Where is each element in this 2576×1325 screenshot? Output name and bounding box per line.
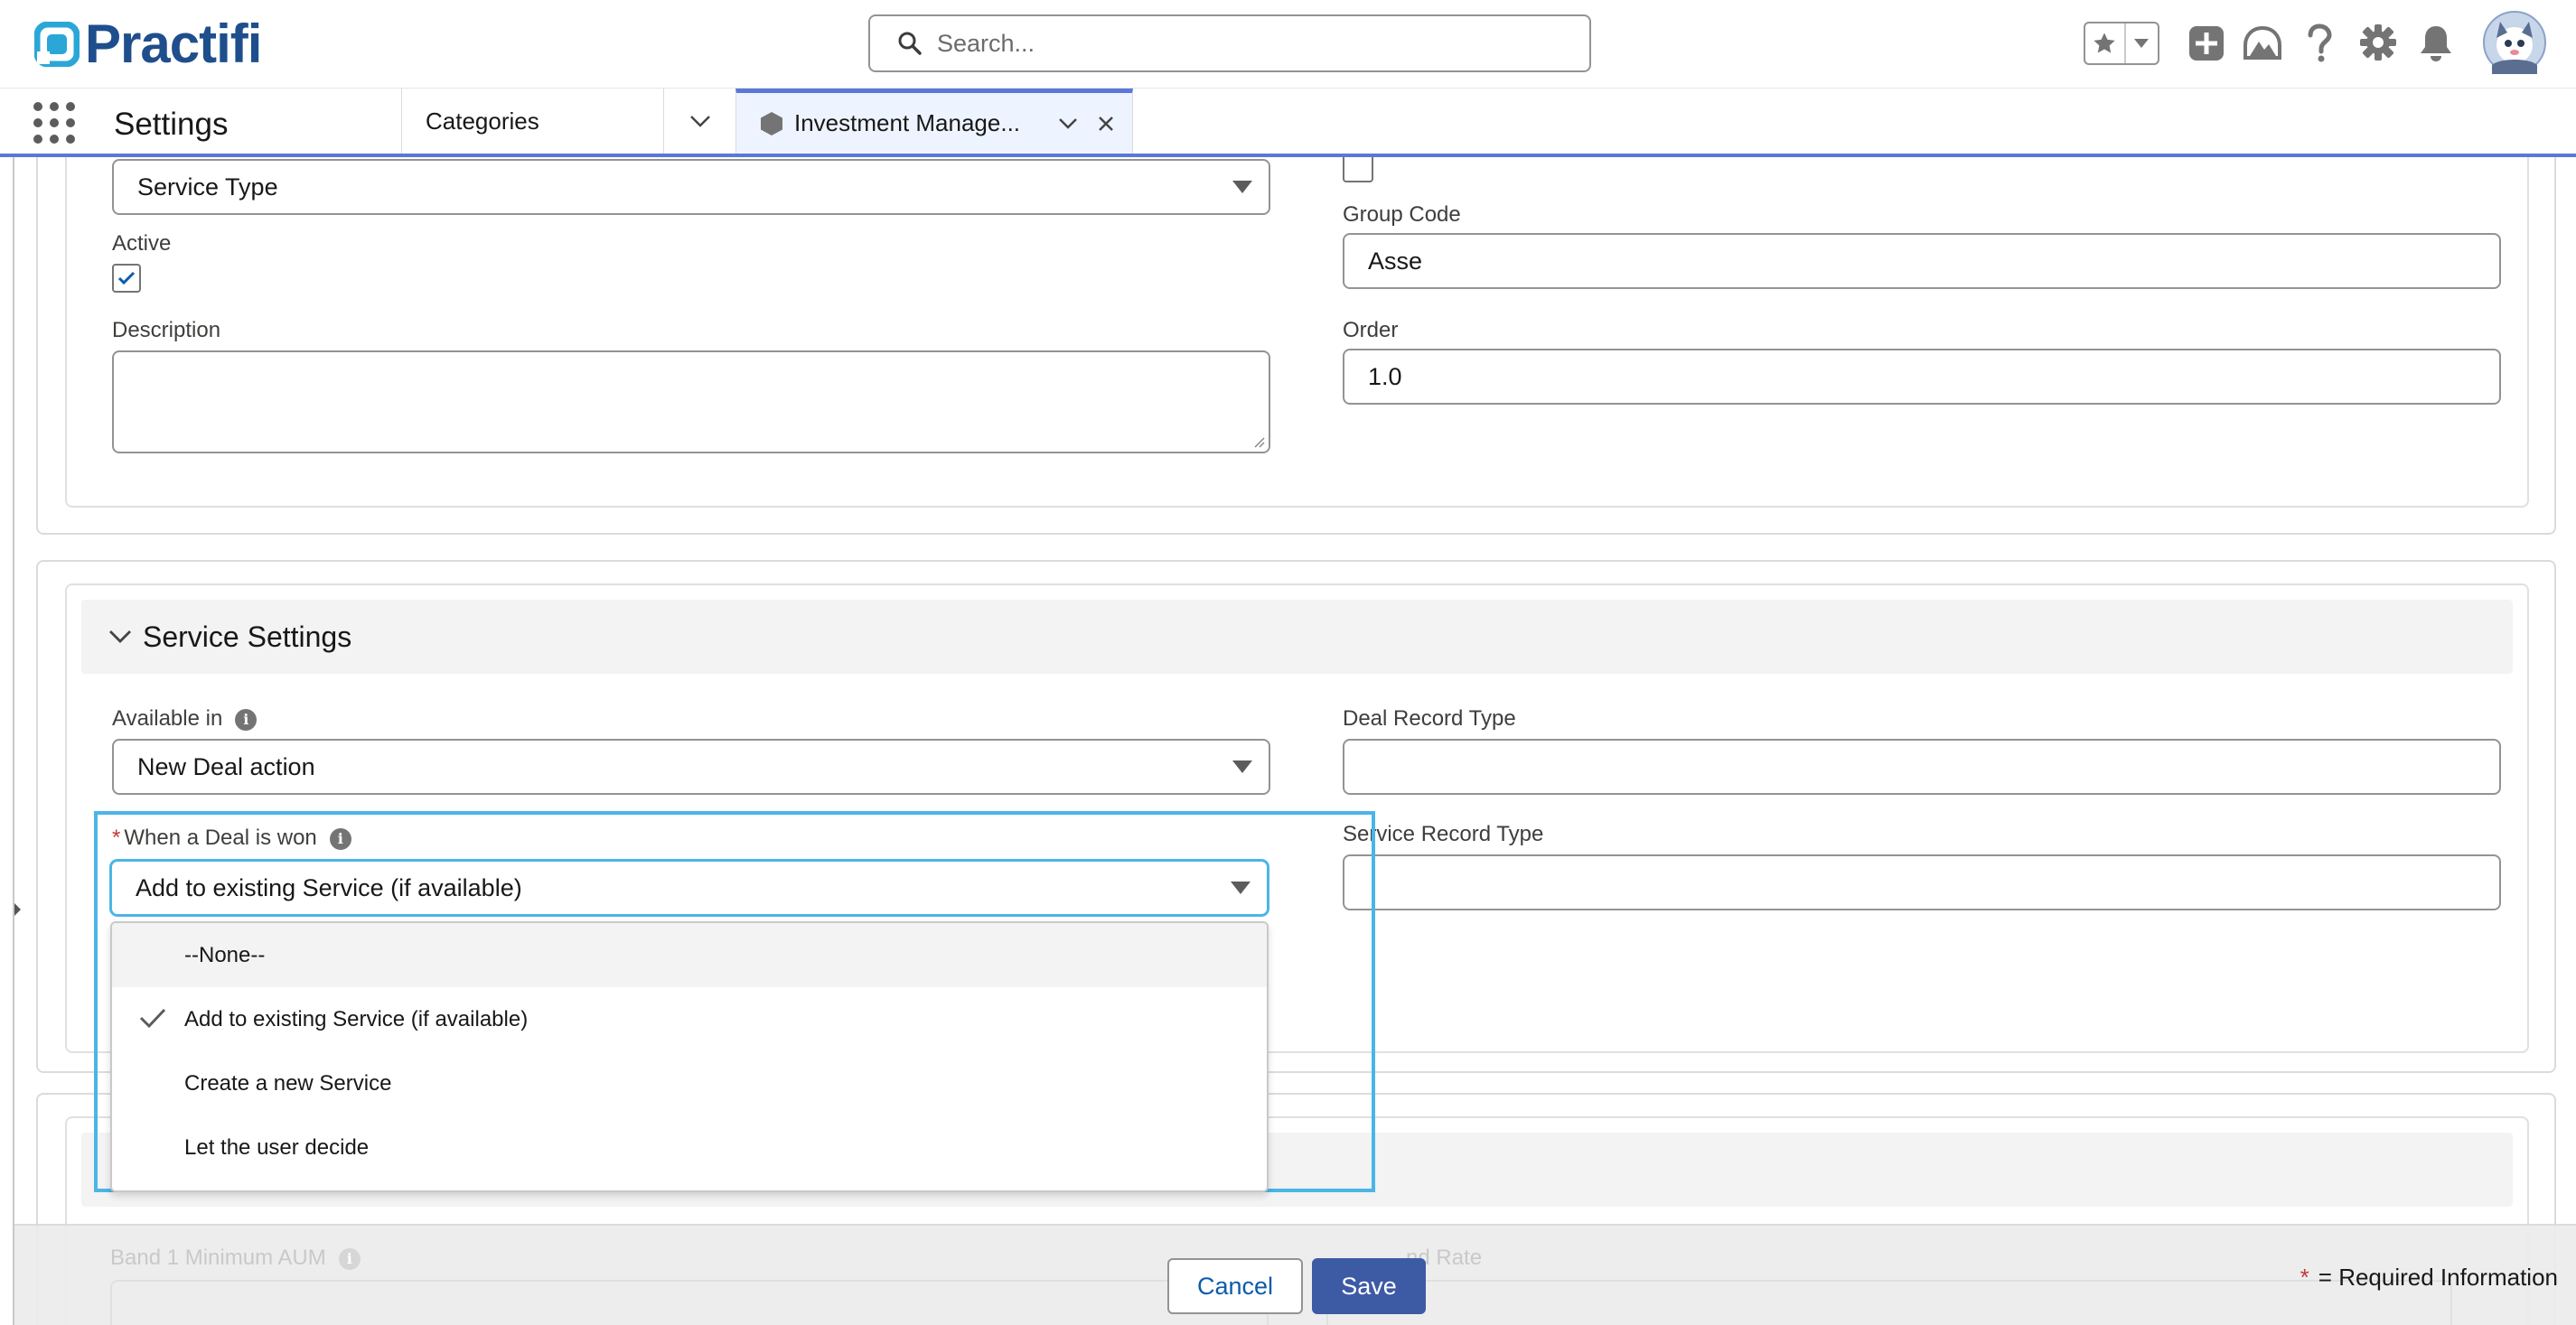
tab-investment-management[interactable]: Investment Manage... bbox=[735, 89, 1133, 154]
dropdown-option-label: --None-- bbox=[184, 942, 266, 967]
setup-gear-icon[interactable] bbox=[2359, 23, 2397, 66]
service-settings-header[interactable]: Service Settings bbox=[81, 600, 2513, 674]
active-checkbox[interactable] bbox=[112, 264, 141, 293]
deal-won-label: When a Deal is won bbox=[124, 826, 317, 850]
save-button[interactable]: Save bbox=[1312, 1258, 1426, 1314]
left-edge-arrow-icon bbox=[14, 903, 21, 916]
record-edit-content[interactable]: Service Type Active Description Group Co… bbox=[13, 157, 2576, 1325]
search-input[interactable] bbox=[937, 29, 1551, 58]
group-code-input[interactable]: Asse bbox=[1343, 233, 2501, 289]
service-type-select[interactable]: Service Type bbox=[112, 159, 1270, 215]
available-in-label: Available in bbox=[112, 706, 223, 731]
app-navbar: Settings Categories Investment Manage... bbox=[0, 89, 2576, 157]
deal-won-label-row: * When a Deal is won i bbox=[112, 826, 351, 851]
deal-won-value: Add to existing Service (if available) bbox=[136, 873, 522, 901]
practifi-logo-mark-icon bbox=[34, 22, 80, 67]
tab-categories[interactable]: Categories bbox=[401, 89, 663, 154]
service-type-value: Service Type bbox=[137, 173, 278, 201]
global-header: Practifi bbox=[0, 0, 2576, 89]
app-launcher-icon[interactable] bbox=[33, 101, 76, 145]
order-value: 1.0 bbox=[1368, 362, 1402, 390]
tab-categories-label: Categories bbox=[426, 107, 539, 135]
favorites-star-icon[interactable] bbox=[2085, 23, 2126, 63]
deal-record-type-label: Deal Record Type bbox=[1343, 706, 1516, 731]
unlabeled-checkbox[interactable] bbox=[1343, 157, 1373, 182]
global-search[interactable] bbox=[868, 14, 1591, 72]
select-caret-icon bbox=[1232, 760, 1252, 773]
dropdown-option[interactable]: Let the user decide bbox=[112, 1115, 1267, 1180]
deal-won-dropdown: --None-- Add to existing Service (if ava… bbox=[110, 921, 1269, 1192]
tab-close-icon[interactable] bbox=[1098, 116, 1114, 132]
available-in-value: New Deal action bbox=[137, 752, 315, 780]
description-label: Description bbox=[112, 318, 221, 342]
select-caret-icon bbox=[1232, 181, 1252, 193]
select-caret-icon bbox=[1231, 882, 1251, 894]
band-minimum-aum-label: Band 1 Minimum AUM i bbox=[110, 1246, 361, 1271]
tab-chevron-down-icon[interactable] bbox=[1058, 117, 1078, 130]
cancel-button[interactable]: Cancel bbox=[1167, 1258, 1303, 1314]
practifi-logo[interactable]: Practifi bbox=[34, 14, 262, 74]
dropdown-option-label: Let the user decide bbox=[184, 1134, 370, 1160]
dropdown-option[interactable]: Add to existing Service (if available) bbox=[112, 987, 1267, 1051]
global-actions-add-icon[interactable] bbox=[2188, 25, 2225, 66]
app-name: Settings bbox=[114, 107, 229, 142]
required-star: * bbox=[2300, 1264, 2309, 1291]
active-label: Active bbox=[112, 231, 172, 256]
deal-record-type-input[interactable] bbox=[1343, 739, 2501, 795]
notifications-bell-icon[interactable] bbox=[2418, 23, 2454, 68]
info-icon: i bbox=[338, 1247, 361, 1270]
dropdown-option[interactable]: Create a new Service bbox=[112, 1051, 1267, 1115]
details-section: Service Type Active Description Group Co… bbox=[65, 157, 2529, 508]
help-icon[interactable] bbox=[2306, 23, 2333, 68]
details-card: Service Type Active Description Group Co… bbox=[36, 157, 2556, 535]
dropdown-option-label: Add to existing Service (if available) bbox=[184, 1006, 529, 1031]
band-minimum-aum-text: Band 1 Minimum AUM bbox=[110, 1246, 326, 1270]
order-input[interactable]: 1.0 bbox=[1343, 349, 2501, 405]
deal-won-select[interactable]: Add to existing Service (if available) bbox=[110, 860, 1269, 916]
favorites-button-group[interactable] bbox=[2084, 22, 2159, 65]
search-icon bbox=[898, 32, 922, 55]
record-hexagon-icon bbox=[761, 111, 782, 135]
edit-footer: Band 1 Minimum AUM i nd Rate Cancel Save … bbox=[14, 1224, 2576, 1325]
band-minimum-aum-input bbox=[110, 1280, 1269, 1325]
service-settings-title: Service Settings bbox=[143, 620, 352, 653]
tab-investment-management-label: Investment Manage... bbox=[794, 109, 1021, 136]
user-avatar[interactable] bbox=[2483, 11, 2546, 79]
resize-handle-icon[interactable] bbox=[1252, 435, 1265, 448]
order-label: Order bbox=[1343, 318, 1399, 342]
required-information-note: * = Required Information bbox=[2300, 1264, 2558, 1292]
service-record-type-input[interactable] bbox=[1343, 854, 2501, 910]
group-code-label: Group Code bbox=[1343, 202, 1461, 227]
trailhead-icon[interactable] bbox=[2243, 25, 2282, 66]
check-icon bbox=[139, 1008, 166, 1029]
checkmark-icon bbox=[117, 271, 136, 285]
required-information-text: = Required Information bbox=[2318, 1264, 2558, 1291]
available-in-select[interactable]: New Deal action bbox=[112, 739, 1270, 795]
favorites-dropdown-icon[interactable] bbox=[2126, 23, 2158, 63]
group-code-value: Asse bbox=[1368, 247, 1423, 275]
tab-categories-menu-chevron-icon[interactable] bbox=[663, 89, 735, 154]
band-rate-input bbox=[1326, 1280, 2452, 1325]
logo-text: Practifi bbox=[85, 14, 262, 74]
dropdown-option-label: Create a new Service bbox=[184, 1070, 392, 1096]
chevron-down-icon bbox=[109, 630, 131, 643]
description-textarea[interactable] bbox=[112, 350, 1270, 453]
dropdown-option[interactable]: --None-- bbox=[112, 923, 1267, 987]
info-icon[interactable]: i bbox=[235, 708, 258, 731]
available-in-label-row: Available in i bbox=[112, 706, 258, 732]
required-star: * bbox=[112, 826, 121, 850]
info-icon[interactable]: i bbox=[329, 827, 351, 850]
